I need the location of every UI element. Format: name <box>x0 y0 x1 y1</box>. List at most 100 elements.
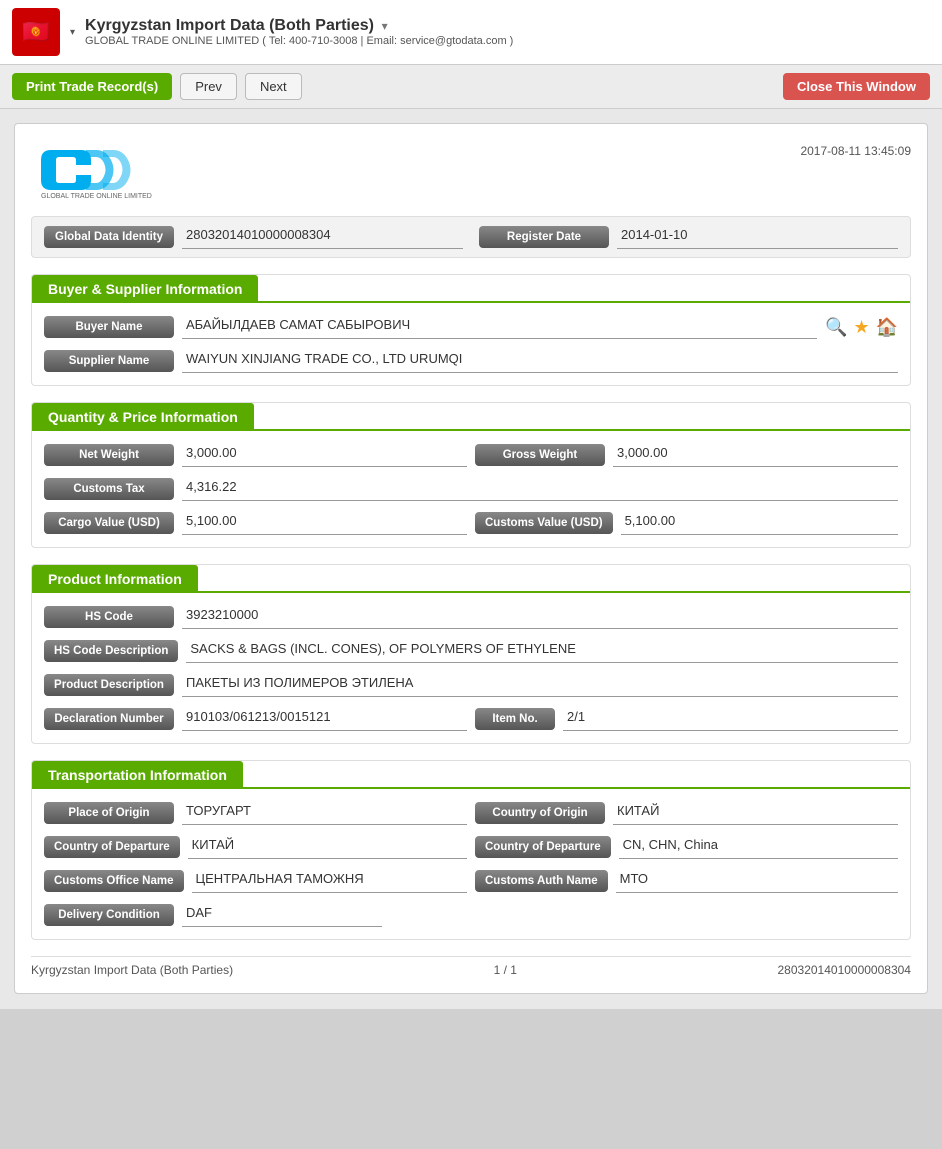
value-row: Cargo Value (USD) 5,100.00 Customs Value… <box>44 511 898 535</box>
action-icons: 🔍 ★ 🏠 <box>825 317 898 338</box>
buyer-supplier-body: Buyer Name АБАЙЫЛДАЕВ САМАТ САБЫРОВИЧ 🔍 … <box>32 303 910 385</box>
product-title: Product Information <box>32 565 198 593</box>
home-icon[interactable]: 🏠 <box>876 317 898 338</box>
product-desc-row: Product Description ПАКЕТЫ ИЗ ПОЛИМЕРОВ … <box>44 673 898 697</box>
country-of-departure-col: Country of Departure КИТАЙ <box>44 835 467 859</box>
supplier-name-label: Supplier Name <box>44 350 174 372</box>
next-button[interactable]: Next <box>245 73 302 100</box>
hs-code-desc-value: SACKS & BAGS (INCL. CONES), OF POLYMERS … <box>186 639 898 663</box>
customs-tax-row: Customs Tax 4,316.22 <box>44 477 898 501</box>
hs-code-label: HS Code <box>44 606 174 628</box>
customs-office-value: ЦЕНТРАЛЬНАЯ ТАМОЖНЯ <box>192 869 467 893</box>
transportation-section: Transportation Information Place of Orig… <box>31 760 911 940</box>
net-weight-value: 3,000.00 <box>182 443 467 467</box>
identity-row: Global Data Identity 2803201401000000830… <box>31 216 911 258</box>
flag-icon: 🇰🇬 <box>12 8 60 56</box>
record-footer: Kyrgyzstan Import Data (Both Parties) 1 … <box>31 956 911 977</box>
buyer-name-value: АБАЙЫЛДАЕВ САМАТ САБЫРОВИЧ <box>182 315 817 339</box>
company-logo: GLOBAL TRADE ONLINE LIMITED <box>31 140 191 200</box>
country-of-departure2-label: Country of Departure <box>475 836 611 858</box>
transportation-title: Transportation Information <box>32 761 243 789</box>
product-desc-value: ПАКЕТЫ ИЗ ПОЛИМЕРОВ ЭТИЛЕНА <box>182 673 898 697</box>
gross-weight-col: Gross Weight 3,000.00 <box>475 443 898 467</box>
hs-code-desc-row: HS Code Description SACKS & BAGS (INCL. … <box>44 639 898 663</box>
customs-auth-label: Customs Auth Name <box>475 870 608 892</box>
svg-text:GLOBAL TRADE ONLINE LIMITED: GLOBAL TRADE ONLINE LIMITED <box>41 193 152 200</box>
buyer-supplier-title: Buyer & Supplier Information <box>32 275 258 303</box>
country-of-departure2-col: Country of Departure CN, CHN, China <box>475 835 898 859</box>
record-card: GLOBAL TRADE ONLINE LIMITED 2017-08-11 1… <box>14 123 928 994</box>
register-date-label: Register Date <box>479 226 609 248</box>
header-subtitle: GLOBAL TRADE ONLINE LIMITED ( Tel: 400-7… <box>85 35 930 47</box>
country-of-origin-col: Country of Origin КИТАЙ <box>475 801 898 825</box>
customs-value-label: Customs Value (USD) <box>475 512 613 534</box>
country-of-departure2-value: CN, CHN, China <box>619 835 898 859</box>
customs-value-col: Customs Value (USD) 5,100.00 <box>475 511 898 535</box>
header-bar: 🇰🇬 ▾ Kyrgyzstan Import Data (Both Partie… <box>0 0 942 65</box>
delivery-condition-value: DAF <box>182 903 382 927</box>
customs-office-label: Customs Office Name <box>44 870 184 892</box>
product-body: HS Code 3923210000 HS Code Description S… <box>32 593 910 743</box>
product-desc-label: Product Description <box>44 674 174 696</box>
gross-weight-label: Gross Weight <box>475 444 605 466</box>
gross-weight-value: 3,000.00 <box>613 443 898 467</box>
prev-button[interactable]: Prev <box>180 73 237 100</box>
footer-right: 28032014010000008304 <box>778 963 911 977</box>
customs-auth-value: МТО <box>616 869 898 893</box>
flag-dropdown-arrow[interactable]: ▾ <box>70 27 75 38</box>
declaration-row: Declaration Number 910103/061213/0015121… <box>44 707 898 731</box>
quantity-price-body: Net Weight 3,000.00 Gross Weight 3,000.0… <box>32 431 910 547</box>
hs-code-row: HS Code 3923210000 <box>44 605 898 629</box>
place-of-origin-value: ТОРУГАРТ <box>182 801 467 825</box>
cargo-value-label: Cargo Value (USD) <box>44 512 174 534</box>
buyer-supplier-header-wrap: Buyer & Supplier Information <box>32 275 910 303</box>
item-no-label: Item No. <box>475 708 555 730</box>
title-dropdown-arrow[interactable]: ▾ <box>382 19 388 33</box>
country-of-departure-value: КИТАЙ <box>188 835 467 859</box>
weight-row: Net Weight 3,000.00 Gross Weight 3,000.0… <box>44 443 898 467</box>
footer-center: 1 / 1 <box>494 963 517 977</box>
print-button[interactable]: Print Trade Record(s) <box>12 73 172 100</box>
search-icon[interactable]: 🔍 <box>825 317 847 338</box>
country-of-origin-label: Country of Origin <box>475 802 605 824</box>
hs-code-value: 3923210000 <box>182 605 898 629</box>
footer-left: Kyrgyzstan Import Data (Both Parties) <box>31 963 233 977</box>
identity-right: Register Date 2014-01-10 <box>479 225 898 249</box>
toolbar: Print Trade Record(s) Prev Next Close Th… <box>0 65 942 109</box>
cargo-value-col: Cargo Value (USD) 5,100.00 <box>44 511 467 535</box>
declaration-number-value: 910103/061213/0015121 <box>182 707 467 731</box>
customs-tax-value: 4,316.22 <box>182 477 898 501</box>
global-data-identity-label: Global Data Identity <box>44 226 174 248</box>
net-weight-col: Net Weight 3,000.00 <box>44 443 467 467</box>
customs-row: Customs Office Name ЦЕНТРАЛЬНАЯ ТАМОЖНЯ … <box>44 869 898 893</box>
star-icon[interactable]: ★ <box>853 317 869 338</box>
identity-left: Global Data Identity 2803201401000000830… <box>44 225 463 249</box>
cargo-value-value: 5,100.00 <box>182 511 467 535</box>
delivery-condition-row: Delivery Condition DAF <box>44 903 898 927</box>
close-button[interactable]: Close This Window <box>783 73 930 100</box>
transportation-header-wrap: Transportation Information <box>32 761 910 789</box>
register-date-value: 2014-01-10 <box>617 225 898 249</box>
transportation-body: Place of Origin ТОРУГАРТ Country of Orig… <box>32 789 910 939</box>
header-title-area: Kyrgyzstan Import Data (Both Parties) ▾ … <box>85 17 930 47</box>
product-section: Product Information HS Code 3923210000 H… <box>31 564 911 744</box>
supplier-name-row: Supplier Name WAIYUN XINJIANG TRADE CO.,… <box>44 349 898 373</box>
quantity-price-title: Quantity & Price Information <box>32 403 254 431</box>
customs-auth-col: Customs Auth Name МТО <box>475 869 898 893</box>
buyer-name-label: Buyer Name <box>44 316 174 338</box>
logo-area: GLOBAL TRADE ONLINE LIMITED 2017-08-11 1… <box>31 140 911 200</box>
customs-tax-label: Customs Tax <box>44 478 174 500</box>
delivery-condition-label: Delivery Condition <box>44 904 174 926</box>
quantity-price-header-wrap: Quantity & Price Information <box>32 403 910 431</box>
departure-row: Country of Departure КИТАЙ Country of De… <box>44 835 898 859</box>
country-of-departure-label: Country of Departure <box>44 836 180 858</box>
place-of-origin-col: Place of Origin ТОРУГАРТ <box>44 801 467 825</box>
global-data-identity-value: 28032014010000008304 <box>182 225 463 249</box>
customs-office-col: Customs Office Name ЦЕНТРАЛЬНАЯ ТАМОЖНЯ <box>44 869 467 893</box>
item-no-col: Item No. 2/1 <box>475 707 898 731</box>
hs-code-desc-label: HS Code Description <box>44 640 178 662</box>
declaration-number-label: Declaration Number <box>44 708 174 730</box>
supplier-name-value: WAIYUN XINJIANG TRADE CO., LTD URUMQI <box>182 349 898 373</box>
quantity-price-section: Quantity & Price Information Net Weight … <box>31 402 911 548</box>
buyer-name-row: Buyer Name АБАЙЫЛДАЕВ САМАТ САБЫРОВИЧ 🔍 … <box>44 315 898 339</box>
